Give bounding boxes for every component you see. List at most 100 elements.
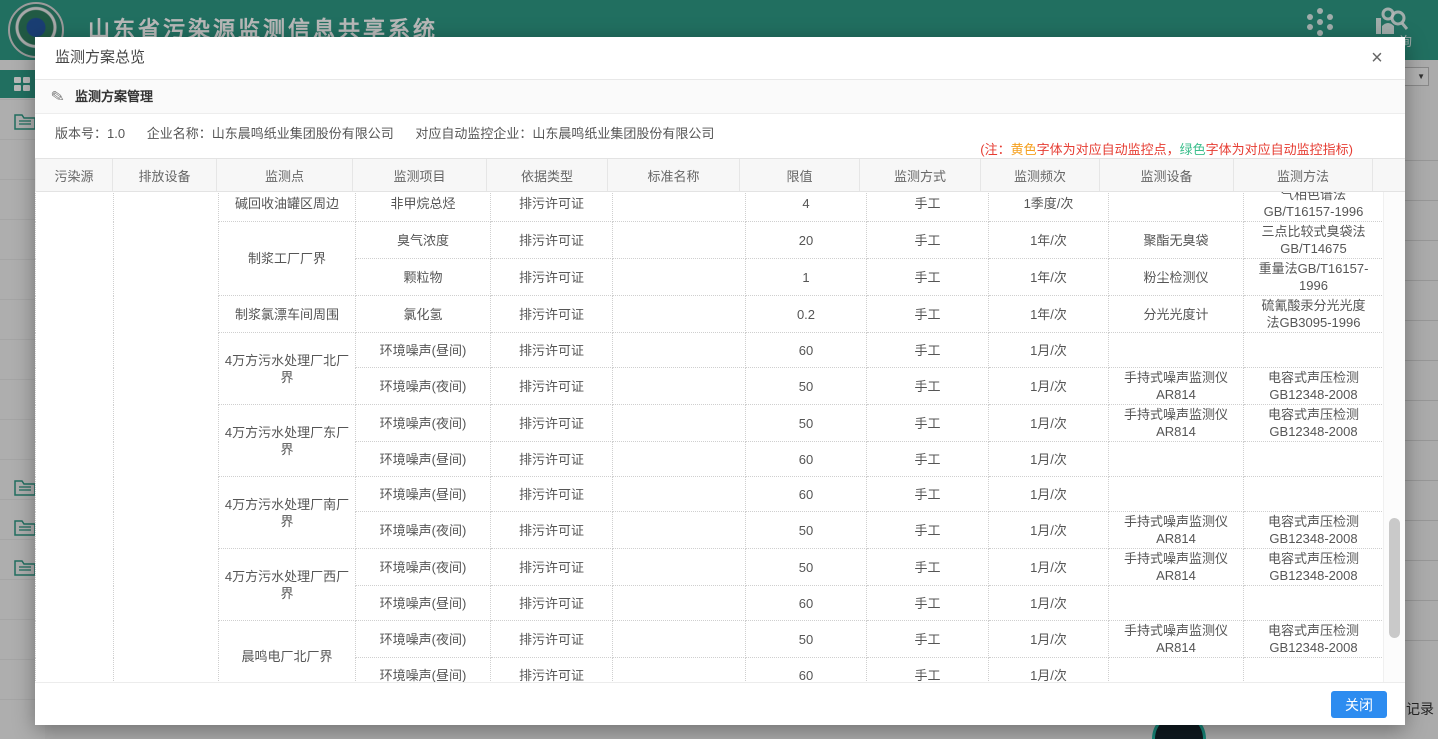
monitor-mode-cell: 手工 <box>867 477 989 512</box>
monitor-method-cell: 硫氰酸汞分光光度 法GB3095-1996 <box>1244 296 1384 333</box>
column-header: 监测方法 <box>1233 159 1373 191</box>
table-scrollbar[interactable] <box>1383 192 1405 682</box>
limit-value-cell: 0.2 <box>746 296 867 333</box>
monitor-mode-cell: 手工 <box>867 405 989 442</box>
standard-name-cell <box>613 549 746 586</box>
table-header-row: 污染源排放设备监测点监测项目依据类型标准名称限值监测方式监测频次监测设备监测方法 <box>35 158 1405 192</box>
limit-value-cell: 60 <box>746 333 867 368</box>
version-label: 版本号： <box>55 126 107 141</box>
monitor-point-cell: 4万方污水处理厂南厂界 <box>219 477 356 549</box>
basis-type-cell: 排污许可证 <box>491 296 613 333</box>
monitor-item-cell: 环境噪声(昼间) <box>356 442 491 477</box>
monitor-device-cell: 手持式噪声监测仪 AR814 <box>1109 549 1244 586</box>
monitor-device-cell: 聚酯无臭袋 <box>1109 222 1244 259</box>
monitor-point-cell: 碱回收油罐区周边 <box>219 192 356 222</box>
monitor-point-cell: 4万方污水处理厂东厂界 <box>219 405 356 477</box>
basis-type-cell: 排污许可证 <box>491 333 613 368</box>
note-green-word: 绿色 <box>1180 142 1206 157</box>
color-legend-note: (注：黄色字体为对应自动监控点，绿色字体为对应自动监控指标) <box>980 139 1353 158</box>
limit-value-cell: 60 <box>746 586 867 621</box>
basis-type-cell: 排污许可证 <box>491 477 613 512</box>
standard-name-cell <box>613 512 746 549</box>
note-suffix: 字体为对应自动监控指标) <box>1206 142 1353 157</box>
monitor-device-cell <box>1109 333 1244 368</box>
monitor-method-cell: 电容式声压检测 GB12348-2008 <box>1244 549 1384 586</box>
company-label: 企业名称： <box>147 126 212 141</box>
monitor-item-cell: 环境噪声(昼间) <box>356 333 491 368</box>
monitor-method-cell <box>1244 586 1384 621</box>
monitor-method-cell: 重量法GB/T16157- 1996 <box>1244 259 1384 296</box>
monitor-mode-cell: 手工 <box>867 621 989 658</box>
monitor-item-cell: 颗粒物 <box>356 259 491 296</box>
modal-header: 监测方案总览 × <box>35 37 1405 80</box>
limit-value-cell: 50 <box>746 621 867 658</box>
monitor-mode-cell: 手工 <box>867 192 989 222</box>
monitor-frequency-cell: 1月/次 <box>989 405 1109 442</box>
standard-name-cell <box>613 658 746 683</box>
monitor-mode-cell: 手工 <box>867 296 989 333</box>
monitor-item-cell: 环境噪声(夜间) <box>356 549 491 586</box>
section-bar: ✎ 监测方案管理 <box>35 80 1405 114</box>
basis-type-cell: 排污许可证 <box>491 549 613 586</box>
monitor-mode-cell: 手工 <box>867 222 989 259</box>
modal-footer: 关闭 <box>35 682 1405 725</box>
column-header: 监测项目 <box>352 159 487 191</box>
basis-type-cell: 排污许可证 <box>491 259 613 296</box>
table-row: 4万方污水处理厂东厂界环境噪声(夜间)排污许可证50手工1月/次手持式噪声监测仪… <box>36 405 1384 442</box>
table-row: 4万方污水处理厂西厂界环境噪声(夜间)排污许可证50手工1月/次手持式噪声监测仪… <box>36 549 1384 586</box>
monitor-frequency-cell: 1月/次 <box>989 477 1109 512</box>
scrollbar-thumb[interactable] <box>1389 518 1400 638</box>
monitor-method-cell: 电容式声压检测 GB12348-2008 <box>1244 621 1384 658</box>
table-row: 制浆氯漂车间周围氯化氢排污许可证0.2手工1年/次分光光度计硫氰酸汞分光光度 法… <box>36 296 1384 333</box>
monitor-point-cell: 4万方污水处理厂西厂界 <box>219 549 356 621</box>
monitor-method-cell: 三点比较式臭袋法 GB/T14675 <box>1244 222 1384 259</box>
auto-company-value: 山东晨鸣纸业集团股份有限公司 <box>532 126 714 141</box>
table-body-viewport: 碱回收油罐区周边非甲烷总烃排污许可证4手工1季度/次气相色谱法 GB/T1615… <box>35 192 1383 682</box>
standard-name-cell <box>613 333 746 368</box>
limit-value-cell: 50 <box>746 405 867 442</box>
limit-value-cell: 50 <box>746 512 867 549</box>
monitor-frequency-cell: 1月/次 <box>989 333 1109 368</box>
standard-name-cell <box>613 296 746 333</box>
table-row: 4万方污水处理厂北厂界环境噪声(昼间)排污许可证60手工1月/次 <box>36 333 1384 368</box>
monitor-device-cell: 手持式噪声监测仪 AR814 <box>1109 512 1244 549</box>
standard-name-cell <box>613 259 746 296</box>
monitor-item-cell: 环境噪声(夜间) <box>356 405 491 442</box>
standard-name-cell <box>613 192 746 222</box>
standard-name-cell <box>613 222 746 259</box>
limit-value-cell: 60 <box>746 442 867 477</box>
monitor-mode-cell: 手工 <box>867 586 989 621</box>
standard-name-cell <box>613 405 746 442</box>
monitor-method-cell <box>1244 333 1384 368</box>
monitor-device-cell: 手持式噪声监测仪 AR814 <box>1109 405 1244 442</box>
close-button[interactable]: 关闭 <box>1331 691 1387 718</box>
monitor-device-cell: 粉尘检测仪 <box>1109 259 1244 296</box>
monitor-method-cell <box>1244 442 1384 477</box>
column-header: 标准名称 <box>607 159 740 191</box>
monitor-device-cell <box>1109 192 1244 222</box>
company-value: 山东晨鸣纸业集团股份有限公司 <box>212 126 394 141</box>
limit-value-cell: 1 <box>746 259 867 296</box>
column-header: 依据类型 <box>486 159 608 191</box>
basis-type-cell: 排污许可证 <box>491 586 613 621</box>
table-row: 碱回收油罐区周边非甲烷总烃排污许可证4手工1季度/次气相色谱法 GB/T1615… <box>36 192 1384 222</box>
monitor-item-cell: 环境噪声(夜间) <box>356 512 491 549</box>
column-header: 污染源 <box>35 159 113 191</box>
close-icon[interactable]: × <box>1365 46 1389 70</box>
monitoring-plan-modal: 监测方案总览 × ✎ 监测方案管理 版本号：1.0 企业名称：山东晨鸣纸业集团股… <box>35 37 1405 725</box>
basis-type-cell: 排污许可证 <box>491 368 613 405</box>
monitor-device-cell: 手持式噪声监测仪 AR814 <box>1109 621 1244 658</box>
table-row: 4万方污水处理厂南厂界环境噪声(昼间)排污许可证60手工1月/次 <box>36 477 1384 512</box>
basis-type-cell: 排污许可证 <box>491 192 613 222</box>
limit-value-cell: 60 <box>746 477 867 512</box>
basis-type-cell: 排污许可证 <box>491 405 613 442</box>
basis-type-cell: 排污许可证 <box>491 621 613 658</box>
monitor-item-cell: 臭气浓度 <box>356 222 491 259</box>
monitor-method-cell: 电容式声压检测 GB12348-2008 <box>1244 368 1384 405</box>
auto-company-label: 对应自动监控企业： <box>415 126 532 141</box>
limit-value-cell: 50 <box>746 549 867 586</box>
monitor-mode-cell: 手工 <box>867 658 989 683</box>
monitor-mode-cell: 手工 <box>867 512 989 549</box>
monitor-device-cell <box>1109 477 1244 512</box>
monitor-point-cell: 制浆工厂厂界 <box>219 222 356 296</box>
